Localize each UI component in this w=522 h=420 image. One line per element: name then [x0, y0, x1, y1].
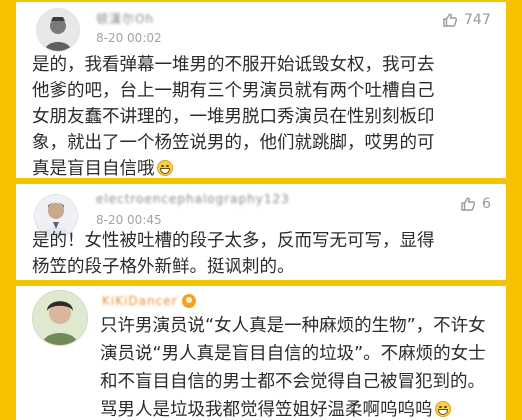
like-count: 6 [482, 196, 491, 212]
comment-line: 女朋友蠢不讲理的，一堆男脱口秀演员在性别刻板印 [32, 107, 435, 127]
timestamp: 8-20 00:45 [96, 213, 162, 227]
comment-line: 象，就出了一个杨笠说男的，他们就跳脚，哎男的可 [32, 133, 435, 153]
comment-text: 是的！女性被吐槽的段子太多，反而写无可写，显得 杨笠的段子格外新鲜。挺讽刺的。 [32, 228, 435, 280]
comment-text: 只许男演员说“女人真是一种麻烦的生物”，不许女 演员说“男人真是盲目自信的垃圾”… [100, 312, 486, 420]
like-button[interactable]: 6 [460, 196, 491, 212]
comment-line: 杨笠的段子格外新鲜。挺讽刺的。 [32, 257, 295, 277]
avatar[interactable] [32, 290, 88, 346]
comment-card: KiKiDancer 只许男演员说“女人真是一种麻烦的生物”，不许女 演员说“男… [16, 286, 506, 420]
avatar[interactable] [36, 8, 80, 52]
comment-line: 演员说“男人真是盲目自信的垃圾”。不麻烦的女士 [100, 344, 486, 364]
comment-card: electroencephalography123 8-20 00:45 6 是… [16, 184, 506, 280]
comment-line: 是的！女性被吐槽的段子太多，反而写无可写，显得 [32, 231, 435, 251]
like-button[interactable]: 747 [442, 12, 491, 28]
smile-emoji-icon [434, 401, 451, 417]
comment-line: 是的，我看弹幕一堆男的不服开始诋毁女权，我可去 [32, 55, 435, 75]
comment-line: 骂男人是垃圾我都觉得笠姐好温柔啊呜呜呜 [100, 400, 433, 420]
comment-line: 他爹的吧，台上一期有三个男演员就有两个吐槽自己 [32, 81, 435, 101]
thumbs-up-icon [443, 13, 458, 27]
vip-badge-icon [182, 294, 196, 308]
comment-text: 是的，我看弹幕一堆男的不服开始诋毁女权，我可去 他爹的吧，台上一期有三个男演员就… [32, 52, 435, 178]
comment-line: 真是盲目自信哦 [32, 159, 155, 178]
like-count: 747 [464, 12, 491, 28]
screenshot-frame: 顿漢尔Oh 8-20 00:02 747 是的，我看弹幕一堆男的不服开始诋毁女权… [4, 0, 510, 420]
username[interactable]: KiKiDancer [102, 294, 178, 308]
thumbs-up-icon [461, 197, 476, 211]
username[interactable]: electroencephalography123 [96, 192, 290, 206]
username[interactable]: 顿漢尔Oh [96, 10, 154, 27]
comment-line: 只许男演员说“女人真是一种麻烦的生物”，不许女 [100, 316, 486, 336]
smile-emoji-icon [156, 160, 173, 176]
comment-card: 顿漢尔Oh 8-20 00:02 747 是的，我看弹幕一堆男的不服开始诋毁女权… [16, 2, 506, 178]
timestamp: 8-20 00:02 [96, 31, 162, 45]
comment-line: 和不盲目自信的男士都不会觉得自己被冒犯到的。 [100, 372, 485, 392]
